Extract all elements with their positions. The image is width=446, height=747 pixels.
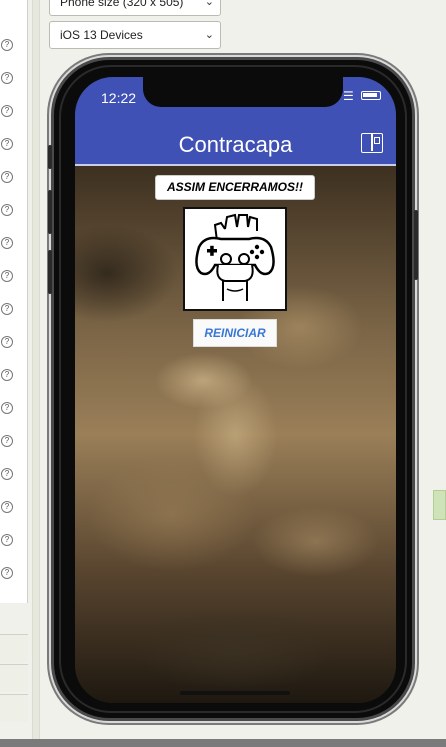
bottom-bar (0, 739, 446, 747)
help-icon[interactable]: ? (1, 171, 13, 183)
volume-down-button (48, 250, 52, 294)
app-header: Contracapa (75, 112, 396, 166)
restart-button[interactable]: REINICIAR (193, 319, 277, 347)
help-icon[interactable]: ? (1, 303, 13, 315)
help-icon[interactable]: ? (1, 138, 13, 150)
battery-icon (361, 91, 381, 100)
chevron-down-icon: ⌄ (204, 29, 214, 41)
page-title: Contracapa (178, 132, 293, 157)
help-icon[interactable]: ? (1, 402, 13, 414)
end-banner: ASSIM ENCERRAMOS!! (155, 175, 315, 200)
power-button (414, 210, 418, 280)
help-icon[interactable]: ? (1, 270, 13, 282)
volume-up-button (48, 190, 52, 234)
notch (143, 77, 343, 107)
properties-panel: ? ? ? ? ? ? ? ? ? ? ? ? ? ? ? ? ? (0, 0, 28, 603)
properties-row (0, 634, 28, 662)
phone-screen: 12:22 ☰ Contracapa ASSIM ENCERRAMOS!! RE… (75, 77, 396, 703)
status-bar: 12:22 ☰ (75, 77, 396, 112)
home-indicator (180, 691, 290, 695)
help-icon[interactable]: ? (1, 369, 13, 381)
properties-row (0, 664, 28, 692)
help-icon[interactable]: ? (1, 72, 13, 84)
book-icon[interactable] (361, 133, 383, 153)
help-icon[interactable]: ? (1, 105, 13, 117)
device-size-select[interactable]: Phone size (320 x 505) ⌄ (49, 0, 221, 16)
help-icon[interactable]: ? (1, 501, 13, 513)
help-icon[interactable]: ? (1, 336, 13, 348)
help-icon[interactable]: ? (1, 567, 13, 579)
os-value: iOS 13 Devices (60, 28, 143, 42)
status-time: 12:22 (101, 90, 137, 106)
device-size-value: Phone size (320 x 505) (60, 0, 184, 9)
scroll-marker (433, 490, 446, 520)
help-icon[interactable]: ? (1, 237, 13, 249)
os-select[interactable]: iOS 13 Devices ⌄ (49, 21, 221, 49)
properties-row (0, 694, 28, 722)
help-icon[interactable]: ? (1, 468, 13, 480)
chevron-down-icon: ⌄ (204, 0, 214, 8)
panel-splitter[interactable] (32, 0, 40, 740)
help-icon[interactable]: ? (1, 435, 13, 447)
wifi-icon: ☰ (343, 89, 354, 103)
help-icon[interactable]: ? (1, 534, 13, 546)
gamepad-hand-icon (183, 207, 287, 311)
help-icon[interactable]: ? (1, 39, 13, 51)
help-icon[interactable]: ? (1, 204, 13, 216)
mute-button (48, 145, 52, 169)
